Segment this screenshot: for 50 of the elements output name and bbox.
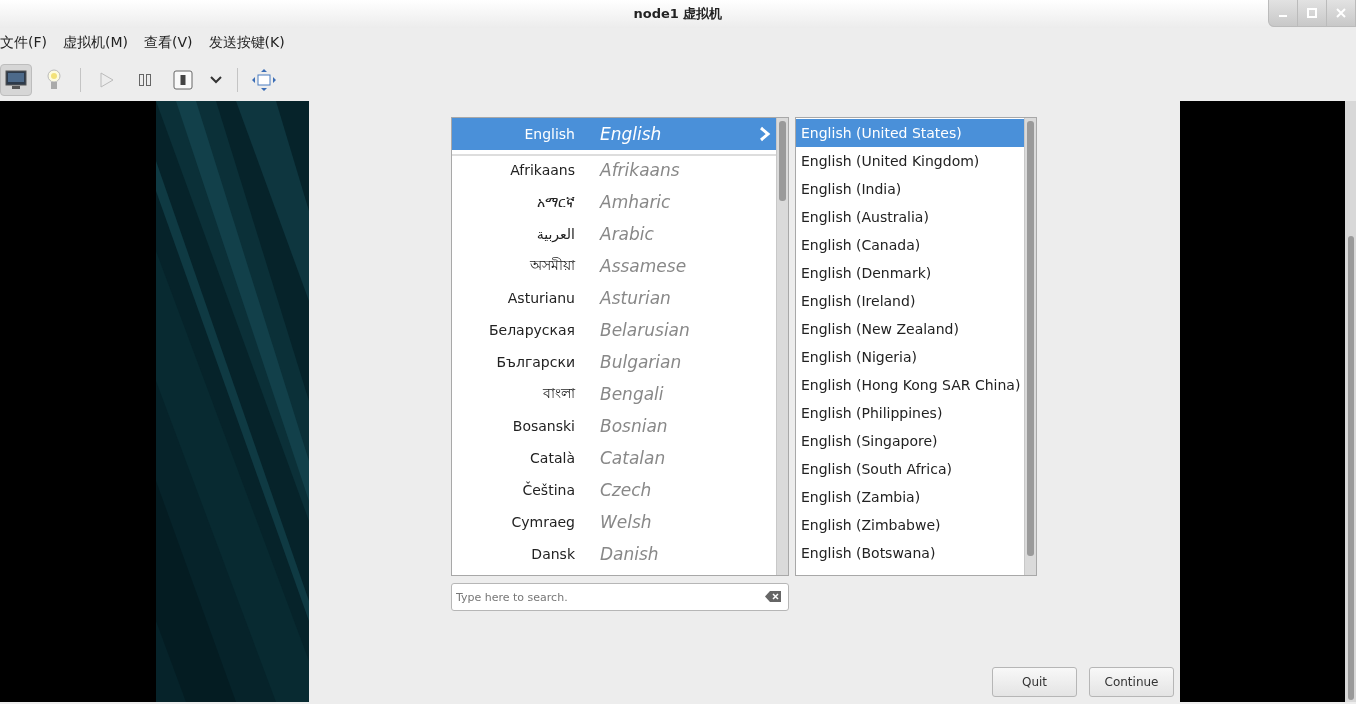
menu-item[interactable]: 查看(V) bbox=[144, 34, 193, 52]
locale-row[interactable]: English (Australia) bbox=[796, 203, 1024, 231]
window-title: node1 虚拟机 bbox=[633, 5, 723, 23]
language-row[interactable]: Čeština Czech bbox=[452, 474, 776, 506]
fullscreen-icon bbox=[252, 69, 276, 91]
maximize-icon bbox=[1307, 8, 1317, 18]
light-bulb-icon bbox=[46, 69, 62, 91]
language-row[interactable]: Asturianu Asturian bbox=[452, 282, 776, 314]
language-row[interactable]: Cymraeg Welsh bbox=[452, 506, 776, 538]
pause-icon bbox=[138, 73, 152, 87]
locale-row[interactable]: English (India) bbox=[796, 175, 1024, 203]
dialog-button[interactable]: Continue bbox=[1089, 667, 1174, 697]
power-switch-icon bbox=[173, 70, 193, 90]
play-icon bbox=[100, 72, 114, 88]
locale-row[interactable]: English (Singapore) bbox=[796, 427, 1024, 455]
locale-row[interactable]: English (United Kingdom) bbox=[796, 147, 1024, 175]
chevron-right-icon bbox=[758, 126, 772, 142]
scrollbar[interactable] bbox=[1345, 101, 1356, 702]
locale-row[interactable]: English (Canada) bbox=[796, 231, 1024, 259]
language-row[interactable]: Afrikaans Afrikaans bbox=[452, 154, 776, 186]
toolbar-button[interactable] bbox=[0, 64, 32, 96]
scrollbar[interactable] bbox=[1024, 118, 1036, 575]
language-row[interactable]: አማርኛ Amharic bbox=[452, 186, 776, 218]
locale-row[interactable]: English (Nigeria) bbox=[796, 343, 1024, 371]
scrollbar[interactable] bbox=[776, 118, 788, 575]
locale-row[interactable]: English (Philippines) bbox=[796, 399, 1024, 427]
language-row[interactable]: অসমীয়া Assamese bbox=[452, 250, 776, 282]
language-row[interactable]: Български Bulgarian bbox=[452, 346, 776, 378]
close-icon bbox=[1336, 8, 1346, 18]
menu-item[interactable]: 文件(F) bbox=[0, 34, 47, 52]
monitor-icon bbox=[5, 70, 27, 90]
language-row[interactable]: Bosanski Bosnian bbox=[452, 410, 776, 442]
locale-row[interactable]: English (Ireland) bbox=[796, 287, 1024, 315]
locale-row[interactable]: English (Denmark) bbox=[796, 259, 1024, 287]
locale-row[interactable]: English (Zimbabwe) bbox=[796, 511, 1024, 539]
locale-row[interactable]: English (Botswana) bbox=[796, 539, 1024, 567]
language-row[interactable]: বাংলা Bengali bbox=[452, 378, 776, 410]
menu-item[interactable]: 发送按键(K) bbox=[208, 34, 285, 52]
locale-row[interactable]: English (New Zealand) bbox=[796, 315, 1024, 343]
language-row[interactable]: Беларуская Belarusian bbox=[452, 314, 776, 346]
search-field[interactable]: Type here to search. bbox=[451, 583, 789, 611]
dialog-button[interactable]: Quit bbox=[992, 667, 1077, 697]
locale-row[interactable]: English (Zambia) bbox=[796, 483, 1024, 511]
language-row[interactable]: Dansk Danish bbox=[452, 538, 776, 570]
chevron-down-icon bbox=[210, 76, 222, 84]
locale-row[interactable]: English (South Africa) bbox=[796, 455, 1024, 483]
language-row[interactable]: Català Catalan bbox=[452, 442, 776, 474]
locale-row[interactable]: English (Hong Kong SAR China) bbox=[796, 371, 1024, 399]
menu-item[interactable]: 虚拟机(M) bbox=[63, 34, 128, 52]
clear-icon[interactable] bbox=[765, 591, 781, 602]
